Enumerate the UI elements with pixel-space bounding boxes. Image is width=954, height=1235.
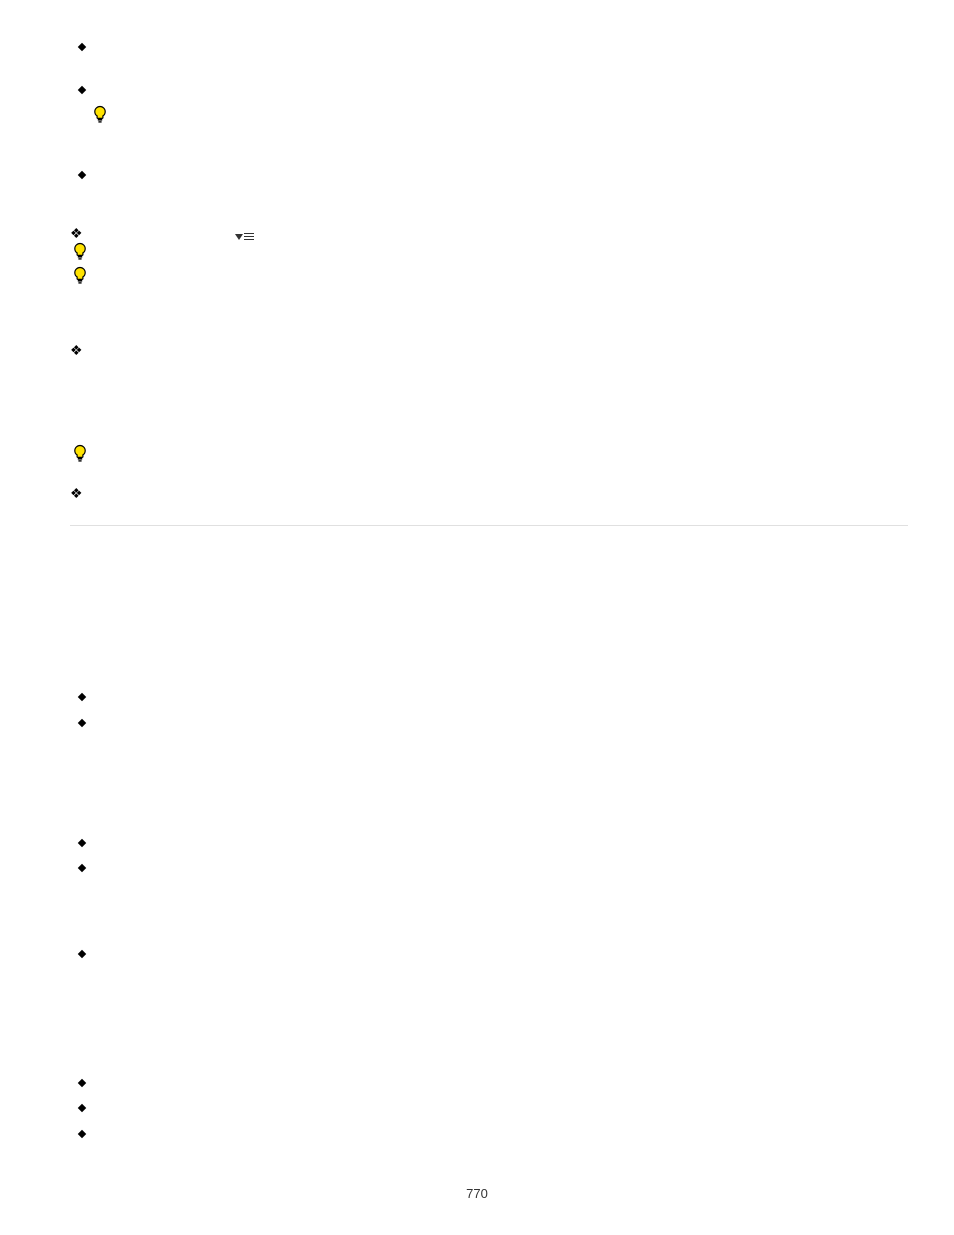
bullet-icon bbox=[78, 839, 86, 847]
divider bbox=[70, 525, 908, 526]
list-icon bbox=[235, 229, 254, 242]
bullet-icon bbox=[78, 864, 86, 872]
fourleaf-icon: ❖ bbox=[70, 486, 83, 500]
bullet-icon bbox=[78, 171, 86, 179]
bullet-icon bbox=[78, 86, 86, 94]
bullet-icon bbox=[78, 43, 86, 51]
page-number: 770 bbox=[0, 1186, 954, 1201]
fourleaf-icon: ❖ bbox=[70, 226, 83, 240]
bullet-icon bbox=[78, 719, 86, 727]
bullet-icon bbox=[78, 950, 86, 958]
bullet-icon bbox=[78, 1130, 86, 1138]
bullet-icon bbox=[78, 1079, 86, 1087]
lightbulb-icon bbox=[72, 444, 88, 464]
lightbulb-icon bbox=[72, 266, 88, 286]
lightbulb-icon bbox=[92, 105, 108, 125]
lightbulb-icon bbox=[72, 242, 88, 262]
fourleaf-icon: ❖ bbox=[70, 343, 83, 357]
bullet-icon bbox=[78, 1104, 86, 1112]
bullet-icon bbox=[78, 693, 86, 701]
